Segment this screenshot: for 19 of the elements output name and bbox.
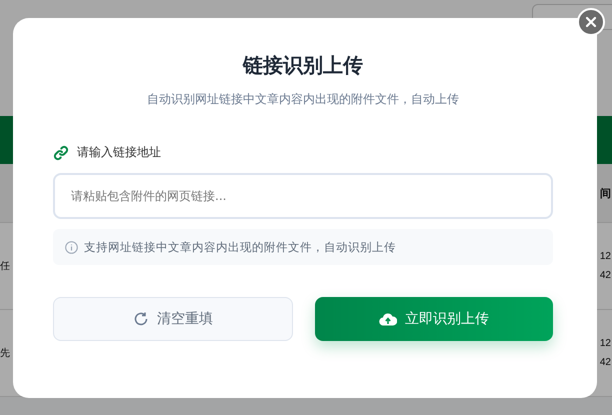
table-cell: 42 [600,357,611,368]
table-cell-text: 先 [0,346,10,360]
upload-button[interactable]: 立即识别上传 [315,297,553,341]
table-cell: 12 [600,251,611,262]
refresh-icon [133,311,149,327]
table-cell: 42 [600,270,611,281]
table-cell-text: 任 [0,260,10,273]
url-field[interactable]: 请粘贴包含附件的网页链接... [53,173,553,219]
reset-button[interactable]: 清空重填 [53,297,293,341]
dialog-subtitle: 自动识别网址链接中文章内容内出现的附件文件，自动上传 [146,91,460,108]
hint-text: 支持网址链接中文章内容内出现的附件文件，自动识别上传 [84,240,396,254]
link-icon [53,144,69,160]
dialog-title: 链接识别上传 [242,52,364,79]
cloud-upload-icon [379,312,397,326]
field-label: 请输入链接地址 [77,144,161,161]
column-header: 间 [600,186,611,200]
table-cell: 12 [600,338,611,349]
info-icon [65,240,78,254]
close-icon [585,16,597,28]
